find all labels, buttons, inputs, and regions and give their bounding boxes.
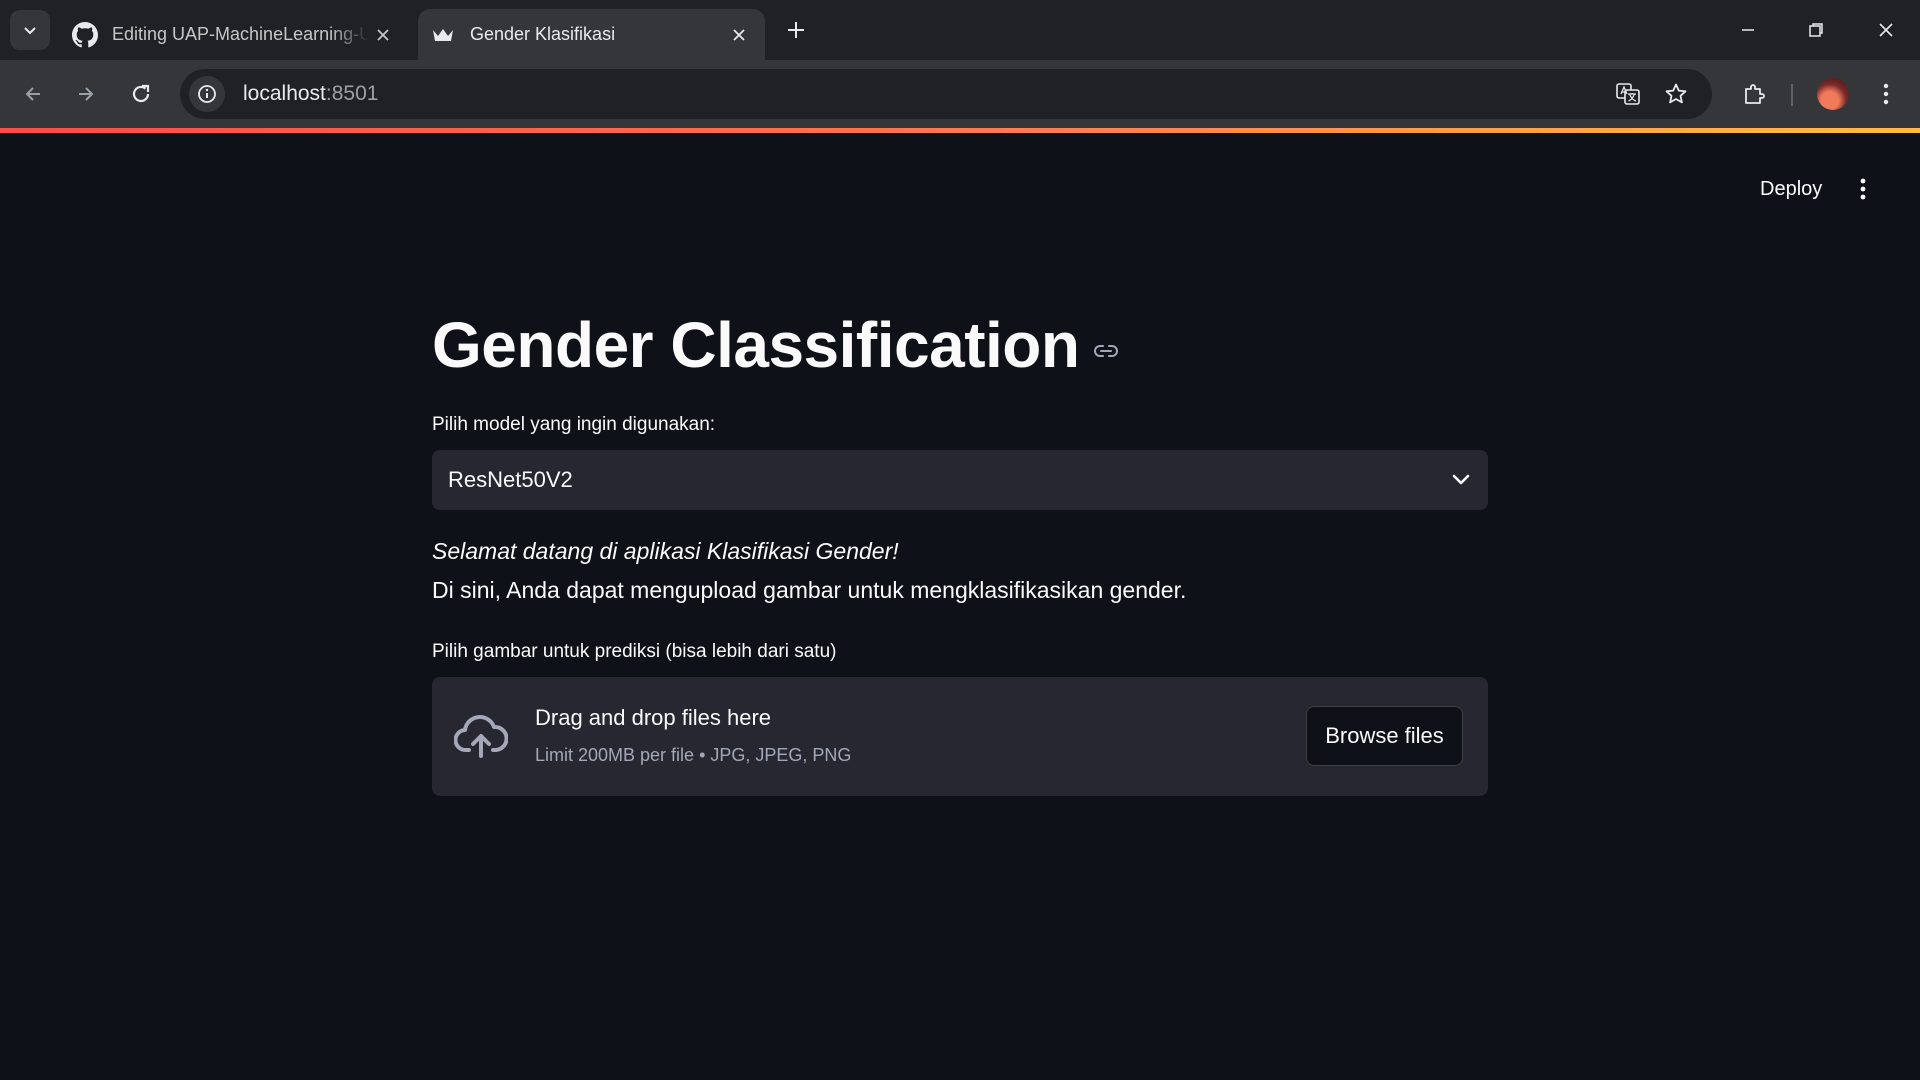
restore-button[interactable] [1782,0,1850,60]
minimize-icon [1742,29,1754,31]
browser-menu-button[interactable] [1868,76,1904,112]
url-port: :8501 [325,82,379,105]
close-icon[interactable] [369,21,397,49]
extensions-button[interactable] [1736,76,1772,112]
tab-search-button[interactable] [10,10,50,50]
url-host: localhost [243,82,326,105]
profile-avatar[interactable] [1817,78,1849,110]
model-select[interactable]: ResNet50V2 [432,450,1488,510]
info-icon [198,85,216,103]
dropzone-limit-text: Limit 200MB per file • JPG, JPEG, PNG [535,745,852,765]
arrow-left-icon [25,87,40,101]
page-title-row: Gender Classification [432,308,1488,382]
forward-button[interactable] [68,76,104,112]
address-bar[interactable]: localhost:8501 [180,69,1712,119]
back-button[interactable] [15,76,51,112]
deploy-button[interactable]: Deploy [1748,173,1834,205]
uploader-label: Pilih gambar untuk prediksi (bisa lebih … [432,641,837,662]
restore-icon [1809,23,1823,37]
toolbar-divider [1791,84,1793,106]
url-text: localhost:8501 [243,82,378,106]
reload-button[interactable] [123,76,159,112]
puzzle-icon [1745,84,1765,104]
new-tab-button[interactable] [780,14,812,46]
page-title: Gender Classification [432,309,1080,381]
main-menu-button[interactable] [1849,171,1877,207]
reload-icon [132,84,150,103]
browser-toolbar: localhost:8501 [0,60,1920,128]
close-icon[interactable] [725,21,753,49]
browser-tab-strip: Editing UAP-MachineLearning-UAP Gender K… [0,0,1920,60]
tab-title: Gender Klasifikasi [470,24,616,44]
close-window-button[interactable] [1852,0,1920,60]
link-icon[interactable] [1093,343,1119,359]
site-info-button[interactable] [189,76,225,112]
cloud-upload-icon [454,715,508,758]
file-dropzone[interactable]: Drag and drop files here Limit 200MB per… [432,677,1488,796]
translate-icon [1616,83,1640,105]
model-select-value: ResNet50V2 [448,467,573,492]
chevron-down-icon [1452,474,1470,485]
translate-button[interactable] [1610,76,1646,112]
browser-tab-github[interactable]: Editing UAP-MachineLearning-UAP [64,9,409,60]
star-icon [1665,83,1687,104]
app-main: Deploy Gender Classification Pilih model… [0,133,1920,1080]
more-vertical-icon [1860,178,1866,200]
arrow-right-icon [79,87,94,101]
chevron-down-icon [24,27,36,35]
bookmark-button[interactable] [1658,76,1694,112]
more-vertical-icon [1883,83,1889,105]
github-icon [72,21,98,48]
tab-title: Editing UAP-MachineLearning-UAP [112,24,369,44]
browse-files-button[interactable]: Browse files [1306,706,1463,766]
minimize-button[interactable] [1714,0,1782,60]
browser-tab-gender-klasifikasi[interactable]: Gender Klasifikasi [418,9,765,60]
plus-icon [788,22,804,38]
welcome-text: Selamat datang di aplikasi Klasifikasi G… [432,538,899,564]
close-icon [1879,23,1893,37]
streamlit-crown-icon [430,22,456,48]
dropzone-instruction: Drag and drop files here [535,705,772,730]
description-text: Di sini, Anda dapat mengupload gambar un… [432,577,1187,603]
model-select-label: Pilih model yang ingin digunakan: [432,414,716,435]
